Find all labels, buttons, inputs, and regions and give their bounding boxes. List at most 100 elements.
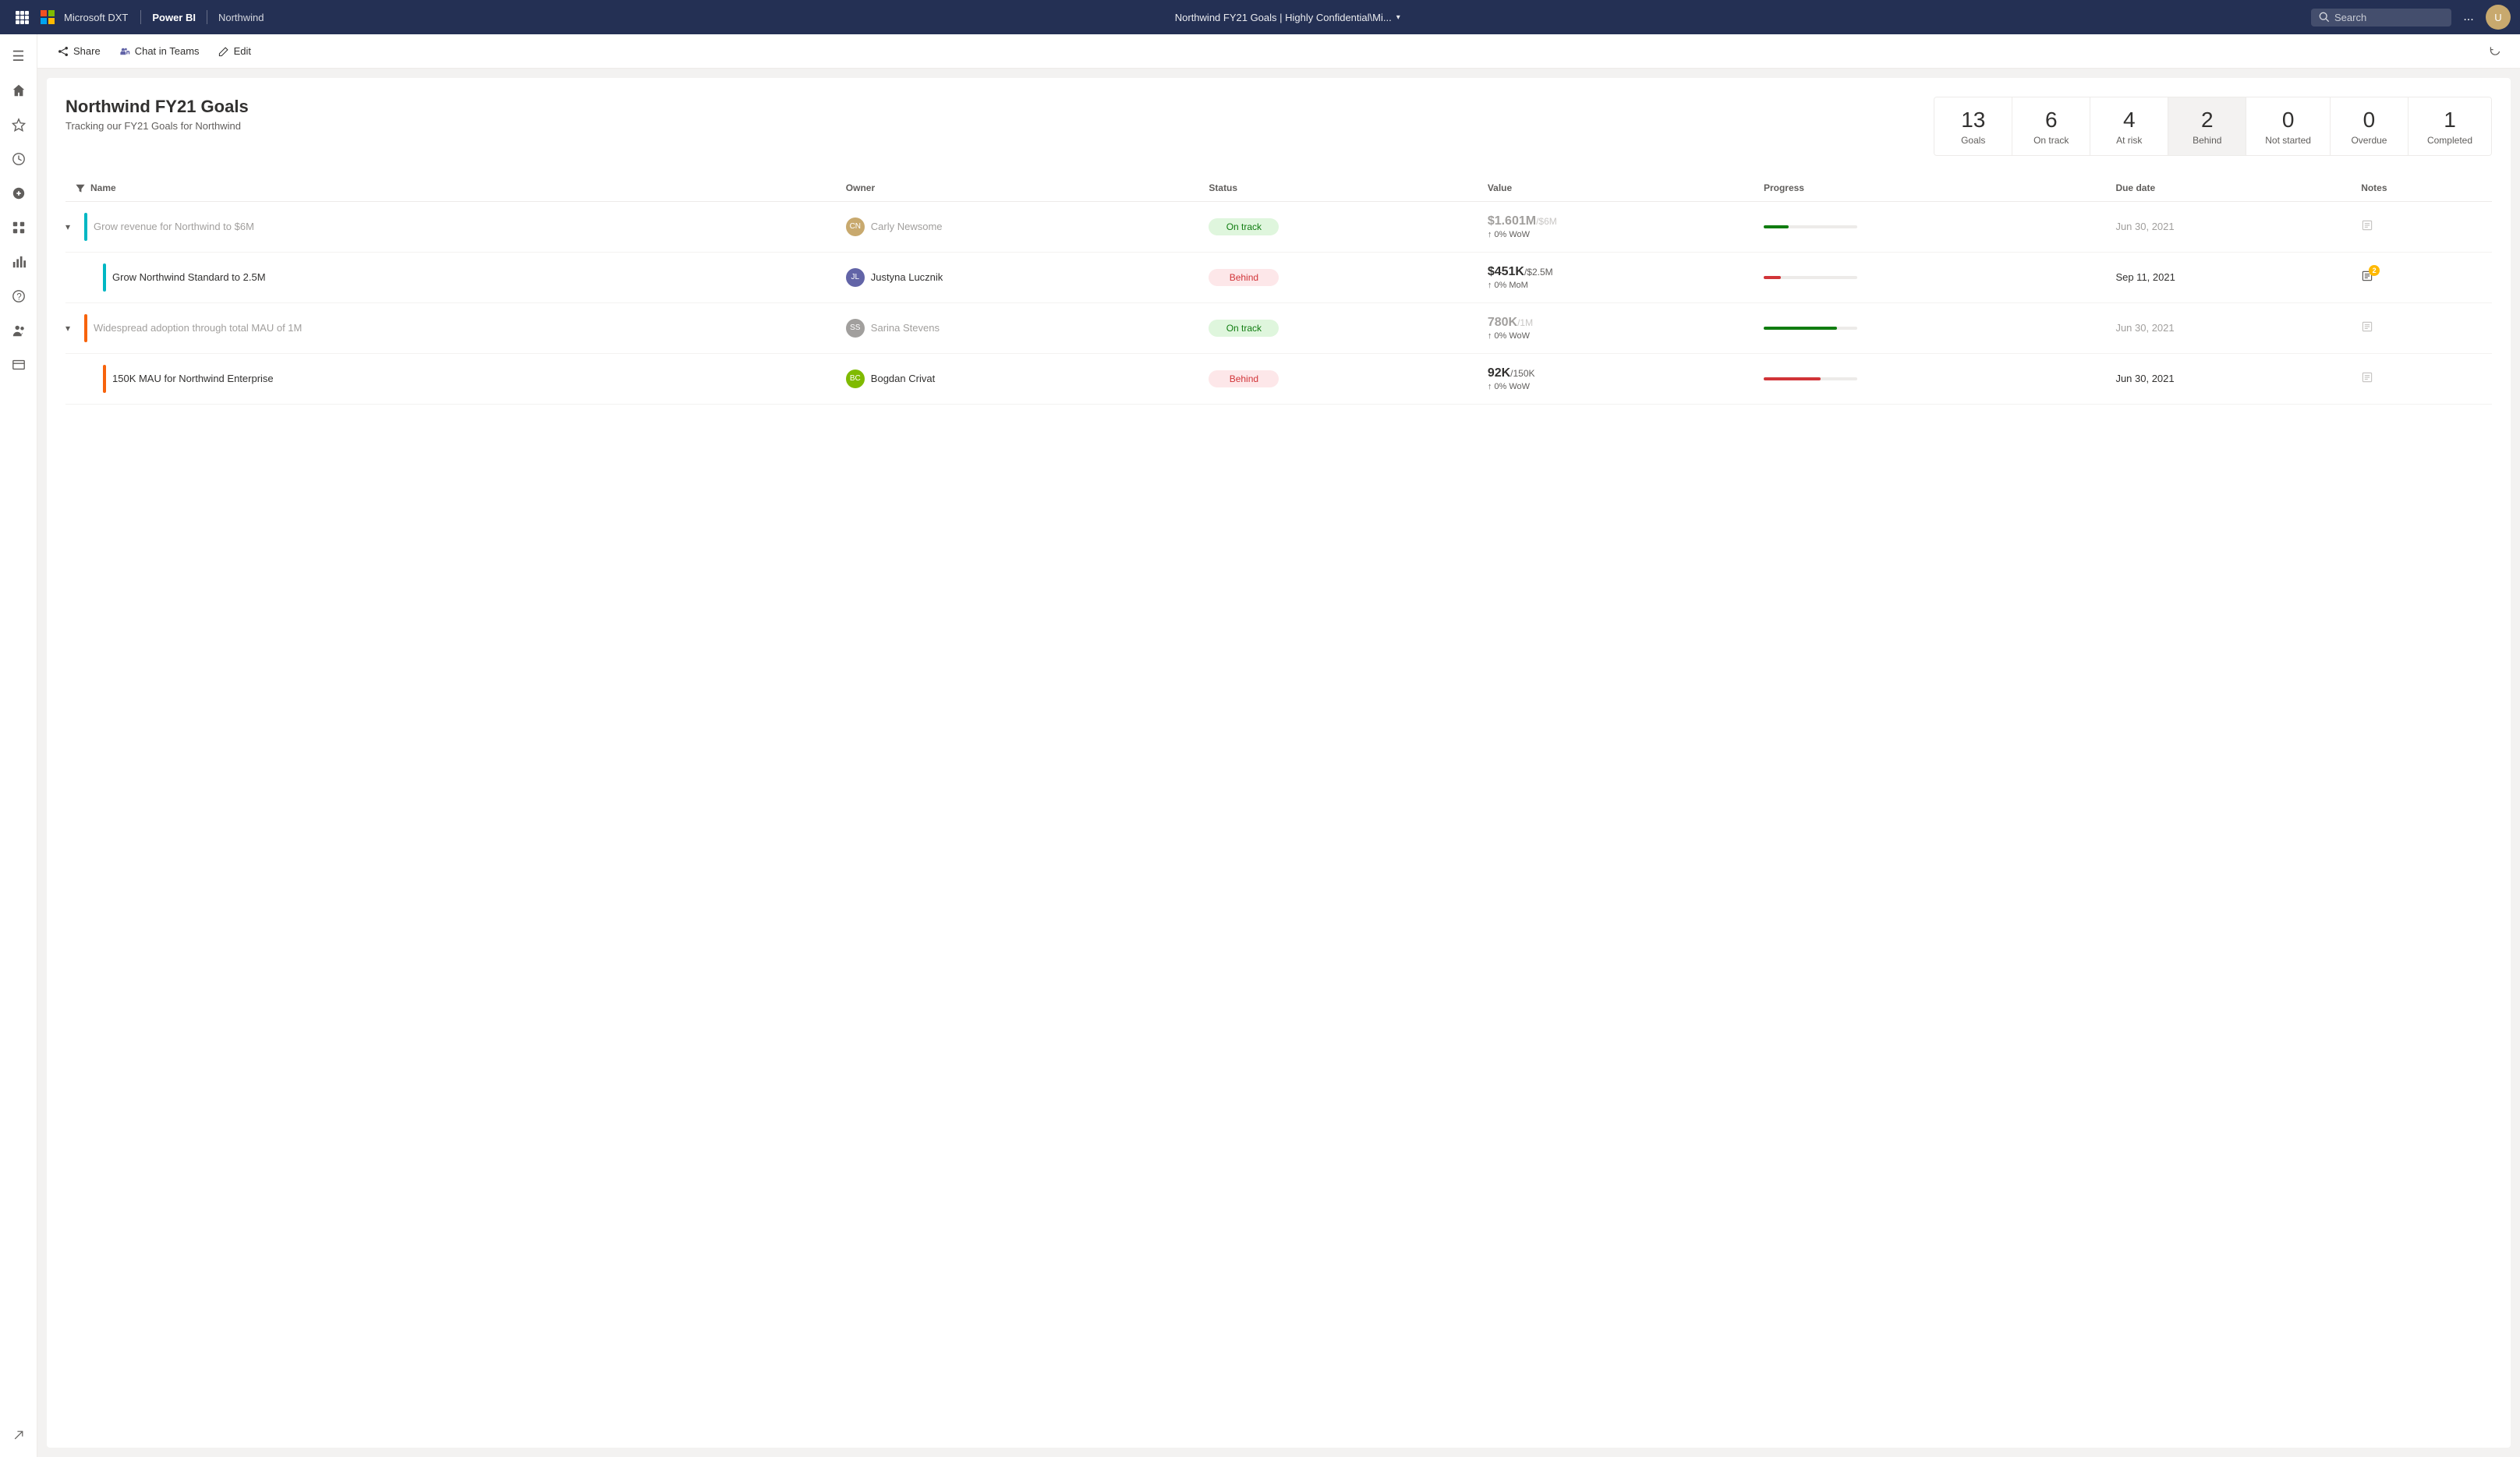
status-badge: Behind	[1209, 370, 1279, 387]
refresh-button[interactable]	[2483, 39, 2508, 64]
sidebar-item-metrics[interactable]	[3, 246, 34, 278]
stat-card-on-track[interactable]: 6 On track	[2012, 97, 2090, 155]
stat-card-behind[interactable]: 2 Behind	[2168, 97, 2246, 155]
ms-logo	[41, 10, 55, 24]
goal-name: Grow revenue for Northwind to $6M	[94, 221, 254, 232]
stat-num: 13	[1953, 107, 1993, 133]
main-value: $451K	[1488, 265, 1524, 278]
col-name[interactable]: Name	[65, 175, 837, 201]
notes-button[interactable]	[2361, 320, 2373, 333]
notes-badge: 2	[2369, 265, 2380, 276]
more-options-button[interactable]: ...	[2458, 6, 2479, 28]
status-badge: On track	[1209, 218, 1279, 235]
stat-num: 1	[2427, 107, 2472, 133]
table-row[interactable]: 150K MAU for Northwind Enterprise BC Bog…	[65, 353, 2492, 404]
share-button[interactable]: Share	[50, 41, 108, 62]
target-value: /$6M	[1536, 216, 1557, 227]
progress-bar	[1764, 276, 1857, 279]
col-due-date: Due date	[2106, 175, 2352, 202]
due-date: Jun 30, 2021	[2106, 201, 2352, 252]
expand-button[interactable]: ▾	[65, 221, 78, 232]
stat-card-at-risk[interactable]: 4 At risk	[2090, 97, 2168, 155]
top-nav: Microsoft DXT Power BI Northwind Northwi…	[0, 0, 2520, 34]
sidebar-item-apps[interactable]	[3, 212, 34, 243]
sidebar-item-hamburger[interactable]: ☰	[3, 41, 34, 72]
trend: ↑ 0% MoM	[1488, 281, 1745, 290]
edit-label: Edit	[234, 45, 251, 57]
stat-num: 6	[2031, 107, 2071, 133]
stat-label: On track	[2031, 135, 2071, 146]
notes-button[interactable]	[2361, 371, 2373, 384]
col-value: Value	[1478, 175, 1754, 202]
owner-avatar: JL	[846, 268, 865, 287]
sidebar-item-favorites[interactable]	[3, 109, 34, 140]
owner-name: Justyna Lucznik	[871, 271, 943, 283]
table-row[interactable]: Grow Northwind Standard to 2.5M JL Justy…	[65, 252, 2492, 302]
sub-nav: Share Chat in Teams Edit	[37, 34, 2520, 69]
teams-icon	[119, 46, 130, 57]
refresh-icon	[2489, 45, 2501, 58]
stat-num: 4	[2109, 107, 2149, 133]
status-badge: Behind	[1209, 269, 1279, 286]
sidebar-item-workspaces[interactable]	[3, 349, 34, 380]
content-area: Share Chat in Teams Edit Northwind FY21 …	[37, 34, 2520, 1457]
sidebar-item-recent[interactable]	[3, 143, 34, 175]
goal-left-bar	[84, 213, 87, 241]
progress-bar	[1764, 377, 1857, 380]
page-title-section: Northwind FY21 Goals Tracking our FY21 G…	[65, 97, 1915, 132]
left-sidebar: ☰ ?	[0, 34, 37, 1457]
page-header: Northwind FY21 Goals Tracking our FY21 G…	[65, 97, 2492, 156]
stat-label: Not started	[2265, 135, 2311, 146]
search-input[interactable]	[2334, 12, 2428, 23]
chat-in-teams-button[interactable]: Chat in Teams	[111, 41, 207, 62]
doc-title-chevron[interactable]: ▾	[1396, 13, 1400, 22]
workspace-name[interactable]: Northwind	[218, 12, 264, 23]
app-name: Power BI	[152, 12, 196, 23]
goal-left-bar	[84, 314, 87, 342]
expand-button[interactable]: ▾	[65, 323, 78, 334]
stat-label: Goals	[1953, 135, 1993, 146]
value-cell: 92K/150K ↑ 0% WoW	[1488, 366, 1745, 391]
sidebar-item-external[interactable]	[3, 1420, 34, 1451]
main-value: 92K	[1488, 366, 1510, 380]
stat-card-completed[interactable]: 1 Completed	[2409, 97, 2491, 155]
search-box[interactable]	[2311, 9, 2451, 27]
table-row[interactable]: ▾ Widespread adoption through total MAU …	[65, 302, 2492, 353]
table-row[interactable]: ▾ Grow revenue for Northwind to $6M CN C…	[65, 201, 2492, 252]
layout: ☰ ?	[0, 34, 2520, 1457]
owner-name: Carly Newsome	[871, 221, 943, 232]
search-icon	[2319, 12, 2330, 23]
doc-title[interactable]: Northwind FY21 Goals | Highly Confidenti…	[271, 12, 2306, 23]
user-avatar[interactable]: U	[2486, 5, 2511, 30]
col-notes: Notes	[2352, 175, 2492, 202]
sidebar-item-learn[interactable]: ?	[3, 281, 34, 312]
stat-num: 2	[2187, 107, 2227, 133]
progress-bar	[1764, 225, 1857, 228]
stat-card-goals[interactable]: 13 Goals	[1934, 97, 2012, 155]
value-cell: 780K/1M ↑ 0% WoW	[1488, 316, 1745, 341]
svg-text:?: ?	[16, 292, 22, 302]
stat-num: 0	[2265, 107, 2311, 133]
filter-icon	[75, 182, 86, 193]
value-cell: $1.601M/$6M ↑ 0% WoW	[1488, 214, 1745, 239]
brand-name: Microsoft DXT	[64, 12, 128, 23]
stat-card-overdue[interactable]: 0 Overdue	[2331, 97, 2409, 155]
notes-button[interactable]	[2361, 219, 2373, 232]
stat-card-not-started[interactable]: 0 Not started	[2246, 97, 2331, 155]
sidebar-item-home[interactable]	[3, 75, 34, 106]
edit-button[interactable]: Edit	[211, 41, 259, 62]
goal-name: 150K MAU for Northwind Enterprise	[112, 373, 274, 384]
notes-button[interactable]: 2	[2361, 270, 2373, 282]
sidebar-item-create[interactable]	[3, 178, 34, 209]
app-grid-button[interactable]	[9, 5, 34, 30]
col-status: Status	[1199, 175, 1478, 202]
stat-num: 0	[2349, 107, 2389, 133]
share-icon	[58, 46, 69, 57]
trend: ↑ 0% WoW	[1488, 382, 1745, 391]
sidebar-item-people[interactable]	[3, 315, 34, 346]
due-date: Jun 30, 2021	[2106, 353, 2352, 404]
share-label: Share	[73, 45, 101, 57]
goal-left-bar	[103, 263, 106, 292]
stat-label: Completed	[2427, 135, 2472, 146]
main-value: $1.601M	[1488, 214, 1536, 228]
